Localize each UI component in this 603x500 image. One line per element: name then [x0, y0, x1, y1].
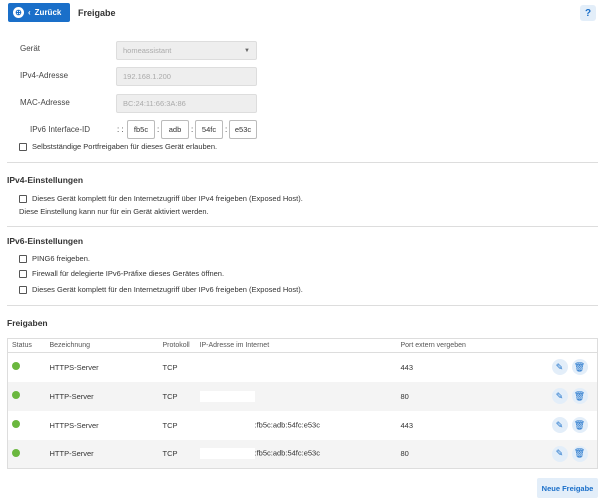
status-dot — [12, 391, 20, 399]
col-port: Port extern vergeben — [400, 338, 548, 353]
row-ip: :fb5c:adb:54fc:e53c — [199, 439, 401, 469]
ipv4-exposed-checkbox[interactable]: Dieses Gerät komplett für den Internetzu… — [19, 194, 303, 203]
col-protokoll: Protokoll — [162, 338, 200, 353]
row-protocol: TCP — [162, 439, 200, 469]
self-port-checkbox[interactable]: Selbstständige Portfreigaben für dieses … — [19, 142, 217, 151]
status-dot — [12, 362, 20, 371]
redacted-block — [199, 419, 255, 431]
trash-icon[interactable]: 🗑 — [571, 388, 588, 404]
ipv4-field[interactable]: 192.168.1.200 — [116, 67, 257, 86]
row-ip — [199, 353, 401, 382]
divider — [7, 162, 598, 163]
geraet-select[interactable]: homeassistant ▼ — [116, 41, 257, 60]
redacted-block — [199, 448, 255, 460]
colon: : — [191, 125, 194, 134]
status-dot — [12, 448, 20, 457]
divider — [7, 226, 598, 227]
row-port: 443 — [400, 420, 414, 430]
col-actions — [547, 338, 598, 353]
ipv4-note: Diese Einstellung kann nur für ein Gerät… — [19, 207, 209, 216]
ipv6-part-4[interactable]: e53c — [229, 120, 257, 139]
edit-icon[interactable]: ✎ — [551, 445, 568, 462]
row-protocol: TCP — [162, 381, 200, 411]
divider — [7, 305, 598, 306]
ipv6-exposed-checkbox[interactable]: Dieses Gerät komplett für den Internetzu… — [19, 285, 303, 294]
row-ip — [199, 381, 401, 411]
row-ip-text: :fb5c:adb:54fc:e53c — [254, 419, 320, 429]
ipv4-label: IPv4-Adresse — [20, 71, 69, 80]
chevron-down-icon: ▼ — [244, 47, 250, 54]
back-label: Zurück — [34, 8, 62, 17]
ipv6-heading: IPv6-Einstellungen — [7, 236, 84, 246]
colon: : — [225, 125, 228, 134]
checkbox-box[interactable] — [19, 285, 27, 294]
checkbox-label: Firewall für delegierte IPv6-Präfixe die… — [32, 269, 225, 278]
ping6-checkbox[interactable]: PING6 freigeben. — [19, 254, 90, 263]
checkbox-label: Selbstständige Portfreigaben für dieses … — [32, 142, 218, 151]
edit-icon[interactable]: ✎ — [551, 359, 568, 376]
row-name: HTTPS-Server — [49, 362, 99, 372]
colon: : — [157, 125, 160, 134]
row-protocol: TCP — [162, 420, 178, 430]
trash-icon[interactable]: 🗑 — [571, 445, 588, 462]
ipv4-heading: IPv4-Einstellungen — [7, 175, 84, 185]
row-port: 80 — [400, 439, 548, 469]
table-header: Status Bezeichnung Protokoll IP-Adresse … — [7, 338, 598, 353]
edit-icon[interactable]: ✎ — [551, 388, 568, 404]
table-row: HTTP-Server TCP :fb5c:adb:54fc:e53c 80 ✎… — [7, 439, 598, 469]
redacted-block — [199, 361, 255, 373]
mac-field[interactable]: BC:24:11:66:3A:86 — [116, 94, 257, 113]
checkbox-box[interactable] — [19, 194, 27, 203]
status-dot — [12, 420, 20, 428]
freigaben-heading: Freigaben — [7, 318, 48, 328]
redacted-block — [199, 390, 255, 402]
col-ip: IP-Adresse im Internet — [199, 338, 401, 353]
geraet-value: homeassistant — [123, 46, 172, 55]
checkbox-box[interactable] — [19, 142, 27, 151]
row-ip: :fb5c:adb:54fc:e53c — [199, 411, 401, 440]
table-row: HTTPS-Server TCP 443 ✎ 🗑 — [8, 353, 598, 382]
globe-icon: ⊕ — [13, 7, 24, 18]
new-freigabe-button[interactable]: Neue Freigabe — [537, 478, 598, 498]
edit-icon[interactable]: ✎ — [551, 417, 568, 433]
row-port: 443 — [400, 362, 414, 372]
back-button[interactable]: ⊕ ‹ Zurück — [8, 3, 70, 22]
freigaben-table: Status Bezeichnung Protokoll IP-Adresse … — [7, 338, 598, 469]
ipv6-part-1[interactable]: fb5c — [127, 120, 155, 139]
checkbox-label: Dieses Gerät komplett für den Internetzu… — [32, 194, 303, 203]
row-port: 80 — [400, 381, 548, 411]
checkbox-label: Dieses Gerät komplett für den Internetzu… — [32, 285, 303, 294]
table-row: HTTPS-Server TCP :fb5c:adb:54fc:e53c 443… — [8, 411, 598, 440]
row-ip-text: :fb5c:adb:54fc:e53c — [254, 448, 320, 458]
help-button[interactable]: ? — [580, 5, 596, 21]
ipv6-prefix: : : — [117, 125, 124, 134]
row-name: HTTPS-Server — [49, 420, 99, 430]
checkbox-box[interactable] — [19, 269, 27, 278]
col-status: Status — [7, 338, 46, 353]
chevron-left-icon: ‹ — [28, 8, 31, 17]
geraet-label: Gerät — [20, 44, 41, 53]
checkbox-box[interactable] — [19, 254, 27, 263]
trash-icon[interactable]: 🗑 — [571, 359, 588, 376]
col-bezeichnung: Bezeichnung — [45, 338, 163, 353]
table-row: HTTP-Server TCP 80 ✎ 🗑 — [7, 381, 598, 411]
trash-icon[interactable]: 🗑 — [571, 417, 588, 433]
ipv6-id-label: IPv6 Interface-ID — [30, 125, 91, 134]
checkbox-label: PING6 freigeben. — [32, 254, 90, 263]
ipv6-part-3[interactable]: 54fc — [195, 120, 223, 139]
row-protocol: TCP — [162, 362, 178, 372]
firewall-checkbox[interactable]: Firewall für delegierte IPv6-Präfixe die… — [19, 269, 224, 278]
page-title: Freigabe — [78, 8, 116, 18]
mac-label: MAC-Adresse — [20, 98, 70, 107]
row-name: HTTP-Server — [45, 439, 163, 469]
ipv6-part-2[interactable]: adb — [161, 120, 189, 139]
row-name: HTTP-Server — [45, 381, 163, 411]
